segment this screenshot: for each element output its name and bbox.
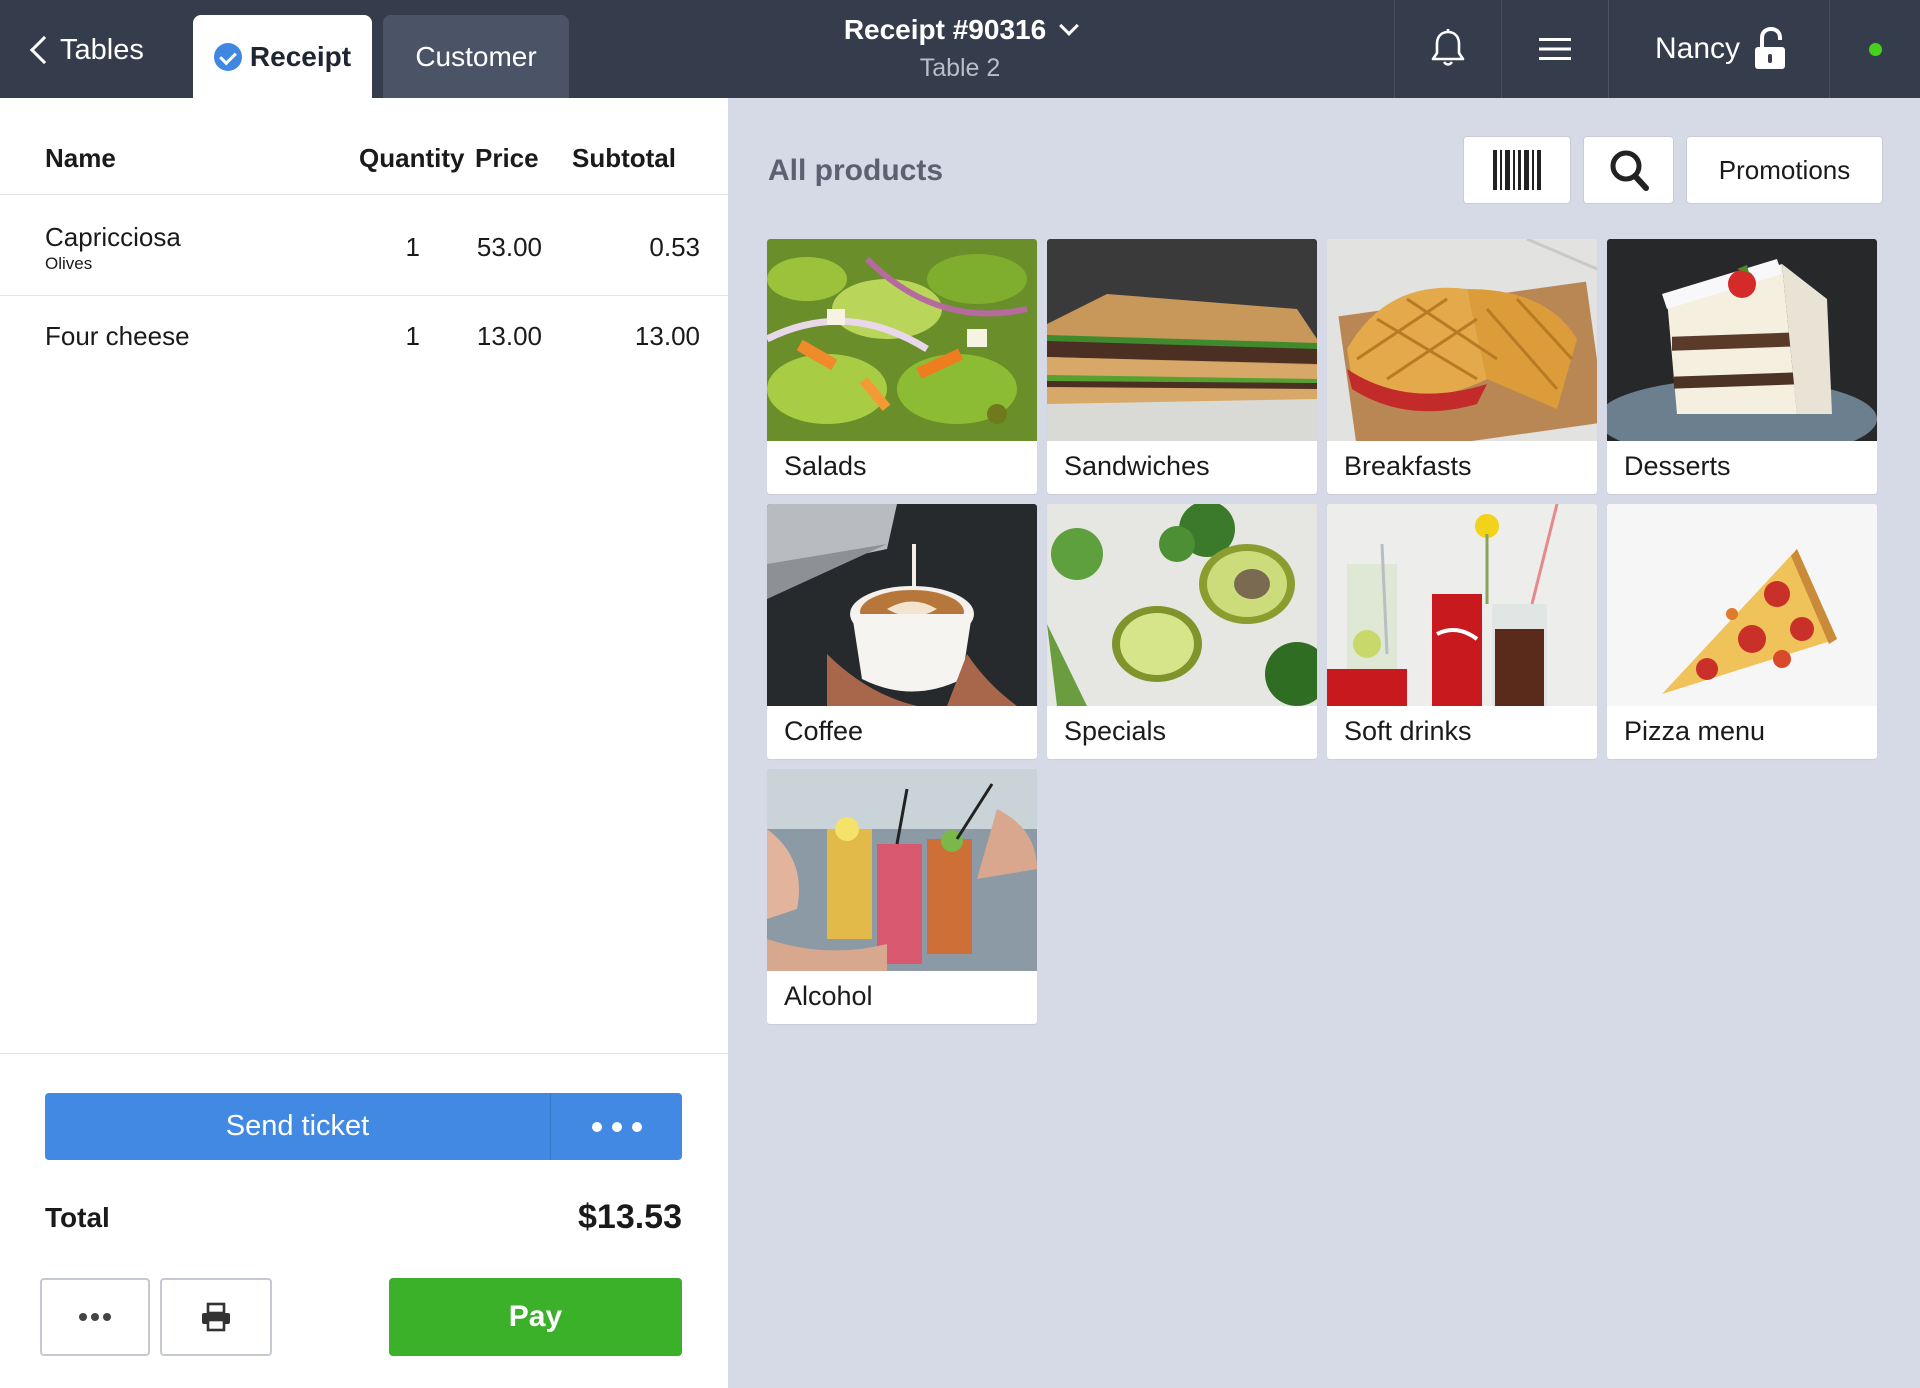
category-label: Pizza menu: [1624, 716, 1766, 746]
item-name: Four cheese: [45, 321, 190, 351]
cocktails-photo: [767, 769, 1037, 971]
category-label: Breakfasts: [1344, 451, 1472, 481]
cake-photo: [1607, 239, 1877, 441]
more-dots-icon: [631, 1121, 642, 1132]
more-dots-icon: [77, 1313, 113, 1321]
category-label: Desserts: [1624, 451, 1731, 481]
item-modifier: Olives: [45, 254, 93, 273]
more-dots-icon: [611, 1121, 622, 1132]
divider: [1608, 0, 1609, 98]
waffle-photo: [1327, 239, 1597, 441]
category-label: Soft drinks: [1344, 716, 1472, 746]
category-tile-coffee[interactable]: Coffee: [767, 504, 1037, 759]
chevron-left-icon: [29, 35, 59, 65]
tab-customer[interactable]: Customer: [383, 15, 569, 98]
item-subtotal: 0.53: [649, 232, 700, 262]
category-label: Sandwiches: [1064, 451, 1210, 481]
tab-receipt[interactable]: Receipt: [193, 15, 372, 98]
category-tile-soft-drinks[interactable]: Soft drinks: [1327, 504, 1597, 759]
more-dots-icon: [591, 1121, 602, 1132]
sandwich-photo: [1047, 239, 1317, 441]
pay-button[interactable]: Pay: [389, 1278, 682, 1356]
send-options-button[interactable]: [551, 1093, 682, 1160]
send-ticket-button[interactable]: Send ticket: [45, 1093, 550, 1160]
avocado-photo: [1047, 504, 1317, 706]
receipt-panel: Name Quantity Price Subtotal Capricciosa…: [0, 98, 728, 1388]
item-price: 53.00: [476, 232, 542, 262]
header-subtotal: Subtotal: [572, 143, 676, 173]
chevron-down-icon: [1059, 16, 1080, 36]
send-ticket-label: Send ticket: [225, 1110, 370, 1142]
receipt-selector[interactable]: Receipt #90316: [843, 14, 1080, 46]
send-ticket-group: Send ticket: [45, 1093, 682, 1160]
item-quantity: 1: [405, 321, 420, 351]
pay-label: Pay: [508, 1300, 563, 1333]
receipt-line-item[interactable]: Capricciosa Olives 1 53.00 0.53: [0, 196, 728, 296]
search-icon: [1610, 150, 1649, 191]
header-quantity: Quantity: [359, 143, 465, 173]
user-lock-button[interactable]: Nancy: [1610, 0, 1787, 98]
unlocked-padlock-icon: [1755, 27, 1786, 69]
receipt-line-item[interactable]: Four cheese 1 13.00 13.00: [0, 297, 728, 397]
top-bar: Tables Receipt Customer Receipt #90316 T…: [0, 0, 1920, 98]
back-label: Tables: [60, 33, 144, 66]
barcode-icon: [1493, 150, 1541, 190]
table-label: Table 2: [919, 54, 1001, 82]
divider: [1829, 0, 1830, 98]
back-to-tables-button[interactable]: Tables: [26, 30, 144, 70]
receipt-title: Receipt #90316: [843, 14, 1047, 45]
user-name: Nancy: [1655, 32, 1741, 65]
hamburger-menu-icon: [1539, 38, 1571, 60]
bell-icon: [1431, 29, 1465, 66]
promotions-button[interactable]: Promotions: [1686, 136, 1883, 204]
category-tile-specials[interactable]: Specials: [1047, 504, 1317, 759]
header-name: Name: [45, 143, 116, 173]
category-tile-salads[interactable]: Salads: [767, 239, 1037, 494]
cola-photo: [1327, 504, 1597, 706]
products-section-title: All products: [768, 154, 944, 187]
category-tile-breakfasts[interactable]: Breakfasts: [1327, 239, 1597, 494]
category-label: Salads: [784, 451, 867, 481]
receipt-title-block: Receipt #90316 Table 2: [760, 14, 1160, 83]
check-circle-icon: [213, 42, 242, 71]
tab-customer-label: Customer: [415, 40, 537, 72]
salad-photo: [767, 239, 1037, 441]
category-tile-alcohol[interactable]: Alcohol: [767, 769, 1037, 1024]
item-price: 13.00: [476, 321, 542, 351]
pizza-photo: [1607, 504, 1877, 706]
category-tile-sandwiches[interactable]: Sandwiches: [1047, 239, 1317, 494]
category-tile-pizza-menu[interactable]: Pizza menu: [1607, 504, 1877, 759]
search-button[interactable]: [1583, 136, 1674, 204]
more-actions-button[interactable]: [40, 1278, 150, 1356]
item-quantity: 1: [405, 232, 420, 262]
total-value: $13.53: [578, 1198, 682, 1236]
divider: [0, 1053, 728, 1054]
receipt-table-header: Name Quantity Price Subtotal: [0, 98, 728, 195]
latte-photo: [767, 504, 1037, 706]
menu-button[interactable]: [1502, 0, 1608, 98]
category-label: Specials: [1064, 716, 1167, 746]
item-subtotal: 13.00: [634, 321, 700, 351]
printer-icon: [202, 1302, 230, 1332]
barcode-scan-button[interactable]: [1463, 136, 1571, 204]
total-label: Total: [45, 1202, 110, 1233]
notifications-button[interactable]: [1395, 0, 1501, 98]
online-status-indicator: [1869, 43, 1882, 56]
header-price: Price: [475, 143, 539, 173]
item-name: Capricciosa: [45, 222, 181, 252]
print-button[interactable]: [160, 1278, 272, 1356]
promotions-label: Promotions: [1718, 154, 1851, 185]
category-label: Coffee: [784, 716, 864, 746]
category-label: Alcohol: [784, 981, 873, 1011]
category-tile-desserts[interactable]: Desserts: [1607, 239, 1877, 494]
tab-receipt-label: Receipt: [249, 40, 352, 72]
